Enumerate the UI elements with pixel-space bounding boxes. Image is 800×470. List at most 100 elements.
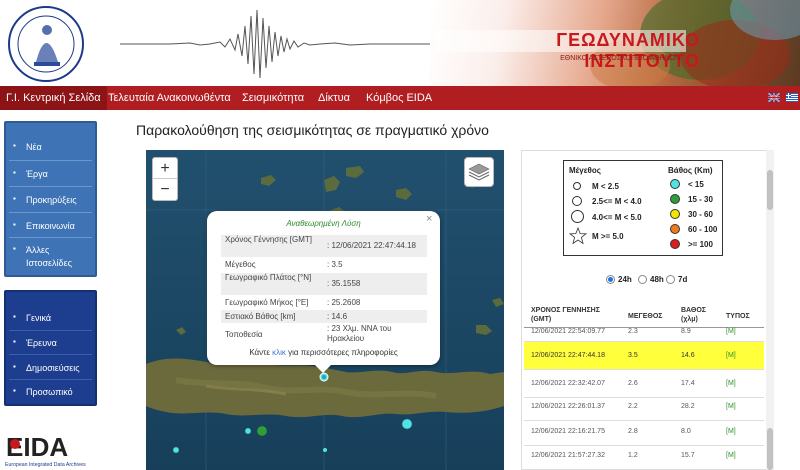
popup-pointer xyxy=(314,364,332,373)
eida-logo[interactable]: EIDA European Integrated Data Archives xyxy=(4,430,100,470)
nav-item-networks[interactable]: Δίκτυα xyxy=(318,86,350,110)
map-legend: Μέγεθος Βάθος (Km) M < 2.5 2.5<= M < 4.0… xyxy=(563,160,723,256)
brand-subtitle: ΕΘΝΙΚΟ ΑΣΤΕΡΟΣΚΟΠΕΙΟ ΑΘΗΝΩΝ xyxy=(560,55,680,62)
column-header-type[interactable]: ΤΥΠΟΣ xyxy=(726,312,750,321)
nav-item-eida-node[interactable]: Κόμβος EIDA xyxy=(366,86,432,110)
legend-magnitude-title: Μέγεθος xyxy=(569,166,601,175)
cell-time: 12/06/2021 22:16:21.75 xyxy=(531,428,605,435)
greek-flag-icon[interactable] xyxy=(786,93,798,102)
observatory-logo[interactable] xyxy=(6,4,86,84)
cell-depth: 14.6 xyxy=(681,352,695,359)
cell-depth: 15.7 xyxy=(681,452,695,459)
cell-magnitude: 3.5 xyxy=(628,352,638,359)
popup-row-origin-time: Χρόνος Γέννησης [GMT] : 12/06/2021 22:47… xyxy=(221,235,427,257)
cell-time: 12/06/2021 22:32:42.07 xyxy=(531,380,605,387)
legend-magnitude-label: M < 2.5 xyxy=(592,182,619,191)
cell-time: 12/06/2021 21:57:27.32 xyxy=(531,452,605,459)
table-row[interactable]: 12/06/2021 22:54:09.77 2.3 8.9 [M] xyxy=(524,328,764,342)
popup-row-depth: Εστιακό Βάθος [km] : 14.6 xyxy=(221,310,427,323)
popup-row-value: : 14.6 xyxy=(327,312,348,321)
table-row[interactable]: 12/06/2021 22:26:01.37 2.2 28.2 [M] xyxy=(524,393,764,421)
sidebar-item-label: Προκηρύξεις xyxy=(26,195,77,205)
column-header-depth[interactable]: ΒΑΘΟΣ (χλμ) xyxy=(681,306,715,324)
legend-magnitude-label: 2.5<= M < 4.0 xyxy=(592,197,642,206)
table-row-selected[interactable]: 12/06/2021 22:47:44.18 3.5 14.6 [M] xyxy=(524,342,764,370)
divider xyxy=(9,212,92,213)
sidebar-item-label: Νέα xyxy=(26,142,42,152)
legend-depth-label: < 15 xyxy=(688,180,704,189)
sidebar-menu-primary: ▪ Νέα ▪ Έργα ▪ Προκηρύξεις ▪ Επικοινωνία… xyxy=(4,121,97,277)
cell-depth: 8.0 xyxy=(681,428,691,435)
page: ΓΕΩΔΥΝΑΜΙΚΟ ΙΝΣΤΙΤΟΥΤΟ ΕΘΝΙΚΟ ΑΣΤΕΡΟΣΚΟΠ… xyxy=(0,0,800,470)
bullet-icon: ▪ xyxy=(13,168,16,177)
popup-row-key: Μέγεθος xyxy=(225,260,256,269)
sidebar-item-label: Προσωπικό xyxy=(26,387,73,397)
main-nav: Γ.Ι. Κεντρική Σελίδα Τελευταία Ανακοινωθ… xyxy=(0,86,800,110)
zoom-out-button[interactable]: − xyxy=(153,179,177,200)
popup-footer-post: για περισσότερες πληροφορίες xyxy=(288,348,398,357)
bullet-icon: ▪ xyxy=(13,244,16,253)
popup-row-key: Γεωγραφικό Πλάτος [°N] xyxy=(225,273,312,282)
popup-row-key: Χρόνος Γέννησης [GMT] xyxy=(225,235,312,244)
divider xyxy=(9,160,92,161)
period-48h-radio[interactable] xyxy=(638,275,647,284)
legend-magnitude-label: M >= 5.0 xyxy=(592,232,624,241)
period-7d-radio[interactable] xyxy=(666,275,675,284)
cell-type: [M] xyxy=(726,452,736,459)
layers-button[interactable] xyxy=(464,157,494,187)
cell-magnitude: 2.6 xyxy=(628,380,638,387)
depth-red-icon xyxy=(670,239,680,249)
magnitude-small-icon xyxy=(573,182,581,190)
bullet-icon: ▪ xyxy=(13,194,16,203)
cell-time: 12/06/2021 22:26:01.37 xyxy=(531,403,605,410)
cell-type: [M] xyxy=(726,403,736,410)
divider xyxy=(9,330,92,331)
table-row[interactable]: 12/06/2021 21:57:27.32 1.2 15.7 [M] xyxy=(524,442,764,470)
popup-row-value: : 25.2608 xyxy=(327,298,361,307)
popup-row-longitude: Γεωγραφικό Μήκος [°E] : 25.2608 xyxy=(221,296,427,309)
popup-footer: Κάντε κλικ για περισσότερες πληροφορίες xyxy=(221,348,426,357)
bullet-icon: ▪ xyxy=(13,312,16,321)
sidebar-item-label: Επικοινωνία xyxy=(26,221,75,231)
site-header: ΓΕΩΔΥΝΑΜΙΚΟ ΙΝΣΤΙΤΟΥΤΟ ΕΘΝΙΚΟ ΑΣΤΕΡΟΣΚΟΠ… xyxy=(0,0,800,86)
legend-depth-title: Βάθος (Km) xyxy=(668,166,713,175)
bullet-icon: ▪ xyxy=(13,337,16,346)
cell-magnitude: 1.2 xyxy=(628,452,638,459)
popup-row-magnitude: Μέγεθος : 3.5 xyxy=(221,258,427,272)
scrollbar-thumb[interactable] xyxy=(767,170,773,210)
divider xyxy=(9,379,92,380)
legend-magnitude-label: 4.0<= M < 5.0 xyxy=(592,213,642,222)
legend-depth-label: >= 100 xyxy=(688,240,713,249)
magnitude-large-icon xyxy=(571,210,584,223)
legend-depth-label: 60 - 100 xyxy=(688,225,718,234)
sidebar-item-label: Γενικά xyxy=(26,313,52,323)
period-selector: 24h 48h 7d xyxy=(605,273,725,287)
close-icon[interactable]: × xyxy=(426,213,432,225)
cell-magnitude: 2.8 xyxy=(628,428,638,435)
cell-type: [M] xyxy=(726,428,736,435)
period-48h-label: 48h xyxy=(650,275,664,284)
more-info-link[interactable]: κλικ xyxy=(272,348,286,357)
layers-icon xyxy=(468,163,490,181)
cell-type: [M] xyxy=(726,352,736,359)
depth-orange-icon xyxy=(670,224,680,234)
english-flag-icon[interactable] xyxy=(768,93,780,102)
period-7d-label: 7d xyxy=(678,275,688,284)
nav-item-announcements[interactable]: Τελευταία Ανακοινωθέντα xyxy=(108,86,231,110)
period-24h-radio[interactable] xyxy=(606,275,615,284)
divider xyxy=(9,354,92,355)
bullet-icon: ▪ xyxy=(13,220,16,229)
table-scrollbar-thumb[interactable] xyxy=(767,428,773,470)
column-header-magnitude[interactable]: ΜΕΓΕΘΟΣ xyxy=(628,312,662,321)
magnitude-medium-icon xyxy=(572,196,582,206)
popup-heading: Αναθεωρημένη Λύση xyxy=(286,219,361,228)
column-header-time[interactable]: ΧΡΟΝΟΣ ΓΕΝΝΗΣΗΣ (GMT) xyxy=(531,306,611,324)
zoom-in-button[interactable]: + xyxy=(153,158,177,179)
legend-depth-label: 30 - 60 xyxy=(688,210,713,219)
popup-row-value: : 23 Χλμ. ΝΝΑ του Ηρακλείου xyxy=(327,324,392,343)
nav-item-seismicity[interactable]: Σεισμικότητα xyxy=(242,86,304,110)
popup-footer-pre: Κάντε xyxy=(249,348,270,357)
nav-item-home[interactable]: Γ.Ι. Κεντρική Σελίδα xyxy=(0,86,107,110)
cell-depth: 17.4 xyxy=(681,380,695,387)
cell-depth: 28.2 xyxy=(681,403,695,410)
